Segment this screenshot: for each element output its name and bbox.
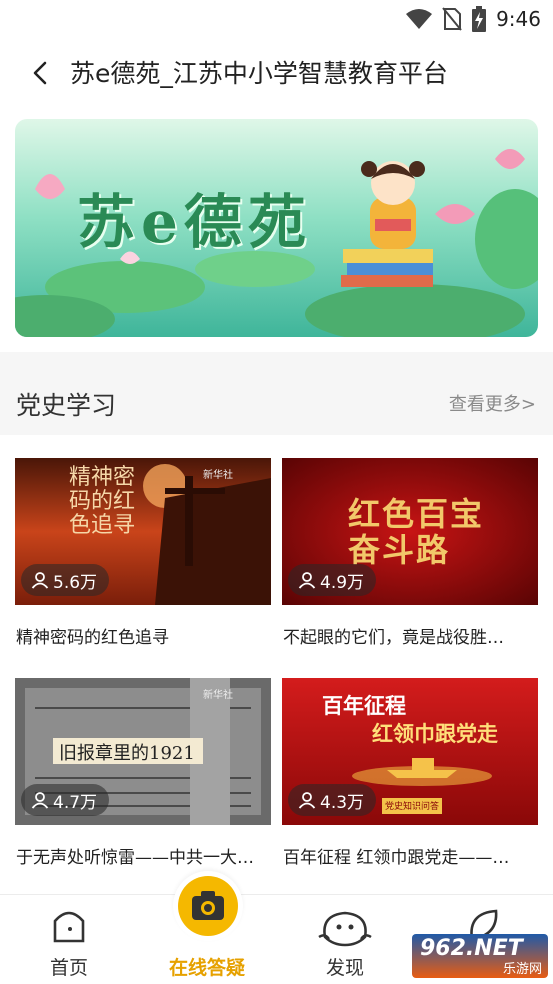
video-thumbnail: 精神密码的红色追寻 新华社 5.6万 xyxy=(15,458,271,605)
user-icon xyxy=(298,792,316,809)
card-title: 精神密码的红色追寻 xyxy=(16,628,169,648)
news-badge: 新华社 xyxy=(203,470,233,481)
thumbnail-line1: 百年征程 xyxy=(322,694,406,718)
user-icon xyxy=(31,792,49,809)
video-card[interactable]: 红色百宝奋斗路 4.9万 不起眼的它们，竟是战役胜… xyxy=(282,458,538,658)
wifi-icon xyxy=(406,9,433,29)
tab-label: 发现 xyxy=(325,957,364,979)
view-count: 4.7万 xyxy=(21,784,110,816)
video-card[interactable]: 精神密码的红色追寻 新华社 5.6万 精神密码的红色追寻 xyxy=(15,458,271,658)
tab-discover[interactable]: 发现 xyxy=(276,895,414,984)
watermark-logo: 962.NET 乐游网 xyxy=(412,934,548,978)
view-count-text: 4.7万 xyxy=(53,792,98,813)
video-thumbnail: 百年征程 红领巾跟党走 党史知识问答 4.3万 xyxy=(282,678,538,825)
no-sim-icon xyxy=(442,7,462,31)
discover-face-icon xyxy=(318,911,372,947)
view-count: 5.6万 xyxy=(21,564,110,596)
view-more-link[interactable]: 查看更多> xyxy=(449,390,536,416)
thumbnail-text: 旧报章里的1921 xyxy=(59,743,195,764)
view-count-text: 5.6万 xyxy=(53,572,98,593)
status-time: 9:46 xyxy=(496,7,541,31)
card-title: 百年征程 红领巾跟党走——… xyxy=(283,848,510,868)
video-card[interactable]: 百年征程 红领巾跟党走 党史知识问答 4.3万 百年征程 红领巾跟党走——… xyxy=(282,678,538,878)
battery-charging-icon xyxy=(472,6,487,32)
view-count-text: 4.9万 xyxy=(320,572,365,593)
section-title: 党史学习 xyxy=(16,391,117,420)
chevron-left-icon[interactable] xyxy=(26,58,56,88)
tab-label: 在线答疑 xyxy=(168,957,245,979)
tab-home[interactable]: 首页 xyxy=(0,895,138,984)
watermark-subtext: 乐游网 xyxy=(502,962,542,977)
thumbnail-text: 红色百宝奋斗路 xyxy=(348,495,485,569)
camera-icon xyxy=(192,891,224,920)
user-icon xyxy=(298,572,316,589)
status-bar: 9:46 xyxy=(0,0,553,38)
video-thumbnail: 旧报章里的1921 新华社 4.7万 xyxy=(15,678,271,825)
video-card[interactable]: 旧报章里的1921 新华社 4.7万 于无声处听惊雷——中共一大… xyxy=(15,678,271,878)
nav-bar: 苏e德苑_江苏中小学智慧教育平台 xyxy=(0,38,553,106)
tab-label: 首页 xyxy=(49,957,88,979)
thumbnail-line2: 红领巾跟党走 xyxy=(372,722,498,746)
user-icon xyxy=(31,572,49,589)
thumbnail-tag: 党史知识问答 xyxy=(385,802,440,812)
news-badge: 新华社 xyxy=(203,690,233,701)
camera-button[interactable] xyxy=(173,871,243,941)
view-count: 4.9万 xyxy=(288,564,377,596)
page-title: 苏e德苑_江苏中小学智慧教育平台 xyxy=(70,59,448,88)
view-count: 4.3万 xyxy=(288,784,377,816)
view-count-text: 4.3万 xyxy=(320,792,365,813)
banner-title: 苏e德苑 xyxy=(77,188,312,256)
thumbnail-text: 精神密码的红色追寻 xyxy=(69,465,136,538)
banner[interactable]: 苏e德苑 xyxy=(15,119,538,337)
card-title: 于无声处听惊雷——中共一大… xyxy=(16,848,254,868)
card-title: 不起眼的它们，竟是战役胜… xyxy=(283,628,504,648)
home-icon xyxy=(53,911,85,943)
video-thumbnail: 红色百宝奋斗路 4.9万 xyxy=(282,458,538,605)
